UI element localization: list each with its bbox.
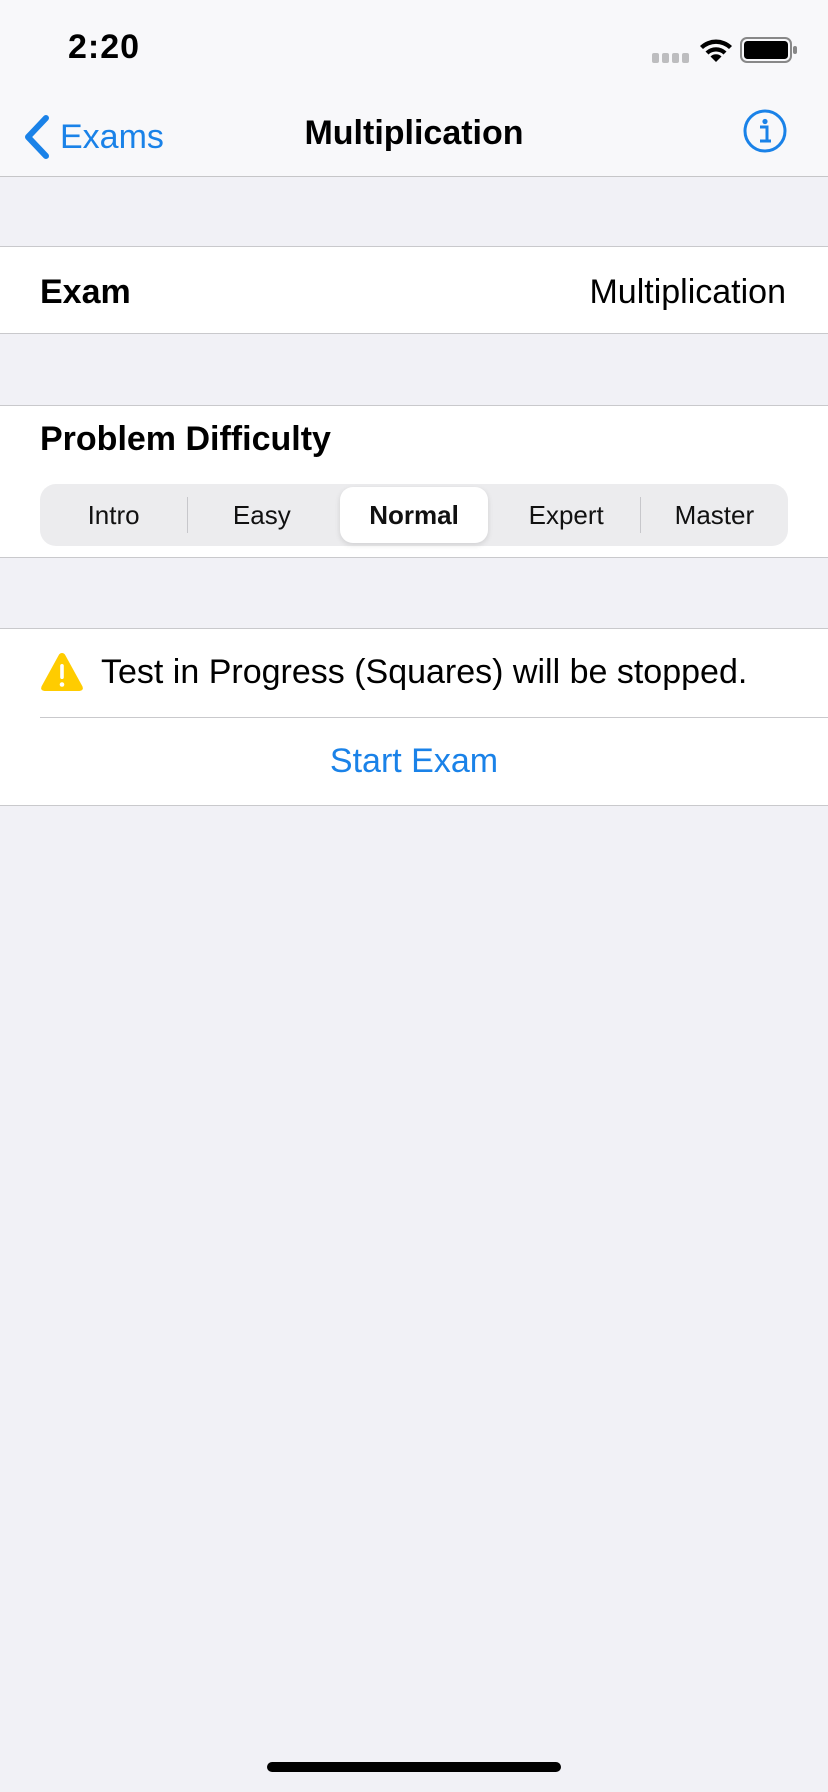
exam-value: Multiplication [589, 273, 786, 311]
status-time: 2:20 [68, 28, 141, 66]
status-bar: 2:20 [0, 0, 828, 100]
navigation-bar: Exams Multiplication [0, 100, 828, 177]
segment-divider [335, 497, 336, 533]
wifi-icon [700, 39, 732, 62]
exam-label: Exam [40, 273, 131, 311]
segment-normal[interactable]: Normal [340, 487, 488, 543]
warning-row: Test in Progress (Squares) will be stopp… [0, 629, 828, 717]
difficulty-segmented-control: Intro Easy Normal Expert Master [40, 484, 788, 546]
start-exam-button[interactable]: Start Exam [0, 718, 828, 805]
info-icon[interactable] [740, 106, 790, 156]
battery-icon [740, 37, 797, 63]
warning-icon [41, 653, 83, 691]
start-section: Test in Progress (Squares) will be stopp… [0, 628, 828, 806]
back-button[interactable]: Exams [22, 108, 164, 166]
difficulty-heading: Problem Difficulty [40, 420, 331, 458]
chevron-left-icon [25, 115, 49, 159]
cellular-signal-icon [652, 53, 689, 63]
segment-intro[interactable]: Intro [40, 487, 187, 543]
exam-row: Exam Multiplication [0, 246, 828, 334]
back-button-label: Exams [60, 117, 164, 156]
segment-expert[interactable]: Expert [493, 487, 640, 543]
segment-master[interactable]: Master [641, 487, 788, 543]
warning-text: Test in Progress (Squares) will be stopp… [101, 653, 748, 691]
segment-easy[interactable]: Easy [188, 487, 335, 543]
difficulty-section: Problem Difficulty Intro Easy Normal Exp… [0, 405, 828, 558]
home-indicator[interactable] [267, 1762, 561, 1772]
